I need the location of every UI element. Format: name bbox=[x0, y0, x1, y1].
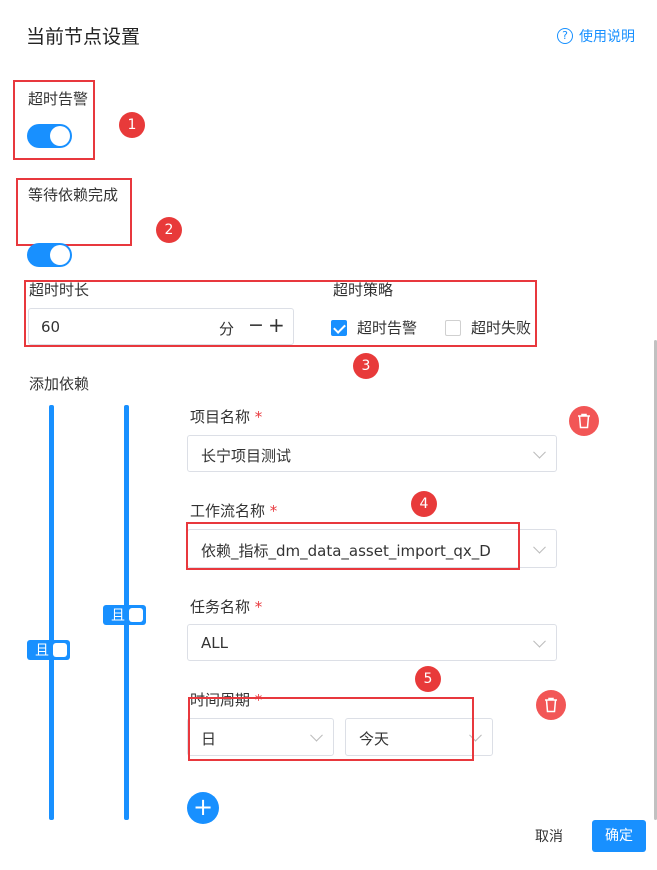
strategy-option-alert[interactable]: 超时告警 bbox=[331, 317, 417, 338]
relation-label: 且 bbox=[111, 608, 125, 624]
annotation-badge-5: 5 bbox=[415, 666, 441, 692]
delete-dependency-button[interactable] bbox=[569, 406, 599, 436]
trash-icon bbox=[578, 413, 590, 429]
chevron-down-icon bbox=[533, 445, 546, 459]
question-circle-icon: ? bbox=[557, 28, 573, 44]
chevron-down-icon bbox=[533, 540, 546, 554]
project-select[interactable]: 长宁项目测试 bbox=[187, 435, 557, 472]
wait-dependency-switch[interactable] bbox=[27, 243, 72, 267]
strategy-option-fail[interactable]: 超时失败 bbox=[445, 317, 531, 338]
wait-dependency-label: 等待依赖完成 bbox=[28, 186, 119, 204]
checkbox-unchecked-icon[interactable] bbox=[445, 319, 461, 336]
cancel-button[interactable]: 取消 bbox=[535, 826, 563, 846]
checkbox-checked-icon[interactable] bbox=[331, 319, 347, 336]
annotation-badge-3: 3 bbox=[353, 353, 379, 379]
outer-relation-line bbox=[49, 405, 54, 820]
outer-relation-toggle[interactable]: 且 bbox=[27, 640, 70, 660]
dialog-title: 当前节点设置 bbox=[26, 26, 141, 48]
decrement-button[interactable]: − bbox=[248, 314, 264, 336]
timeout-duration-value: 60 bbox=[41, 318, 61, 336]
timeout-strategy-label: 超时策略 bbox=[333, 281, 394, 299]
annotation-badge-4: 4 bbox=[411, 491, 437, 517]
delete-condition-button[interactable] bbox=[536, 690, 566, 720]
timeout-duration-input[interactable]: 60 分 − + bbox=[28, 308, 294, 345]
annotation-box-5 bbox=[188, 697, 474, 761]
help-link[interactable]: ? 使用说明 bbox=[557, 26, 635, 46]
add-condition-button[interactable]: + bbox=[187, 792, 219, 824]
task-select[interactable]: ALL bbox=[187, 624, 557, 661]
task-value: ALL bbox=[201, 634, 228, 652]
project-label: 项目名称 * bbox=[190, 408, 263, 426]
timeout-unit: 分 bbox=[219, 320, 235, 338]
timeout-alert-label: 超时告警 bbox=[28, 90, 89, 108]
strategy-option-label: 超时失败 bbox=[471, 319, 532, 337]
project-value: 长宁项目测试 bbox=[201, 447, 292, 465]
annotation-box-4 bbox=[186, 522, 520, 570]
confirm-button[interactable]: 确定 bbox=[592, 820, 646, 852]
relation-label: 且 bbox=[35, 643, 49, 659]
add-dependency-label: 添加依赖 bbox=[29, 375, 90, 393]
inner-relation-toggle[interactable]: 且 bbox=[103, 605, 146, 625]
plus-icon: + bbox=[192, 793, 214, 821]
annotation-badge-1: 1 bbox=[119, 112, 145, 138]
help-label: 使用说明 bbox=[579, 29, 635, 45]
chevron-down-icon bbox=[533, 634, 546, 648]
strategy-option-label: 超时告警 bbox=[357, 319, 418, 337]
task-label: 任务名称 * bbox=[190, 598, 263, 616]
increment-button[interactable]: + bbox=[268, 313, 285, 337]
workflow-label: 工作流名称 * bbox=[190, 502, 278, 520]
annotation-badge-2: 2 bbox=[156, 217, 182, 243]
trash-icon bbox=[545, 697, 557, 713]
timeout-alert-switch[interactable] bbox=[27, 124, 72, 148]
timeout-duration-label: 超时时长 bbox=[29, 281, 90, 299]
